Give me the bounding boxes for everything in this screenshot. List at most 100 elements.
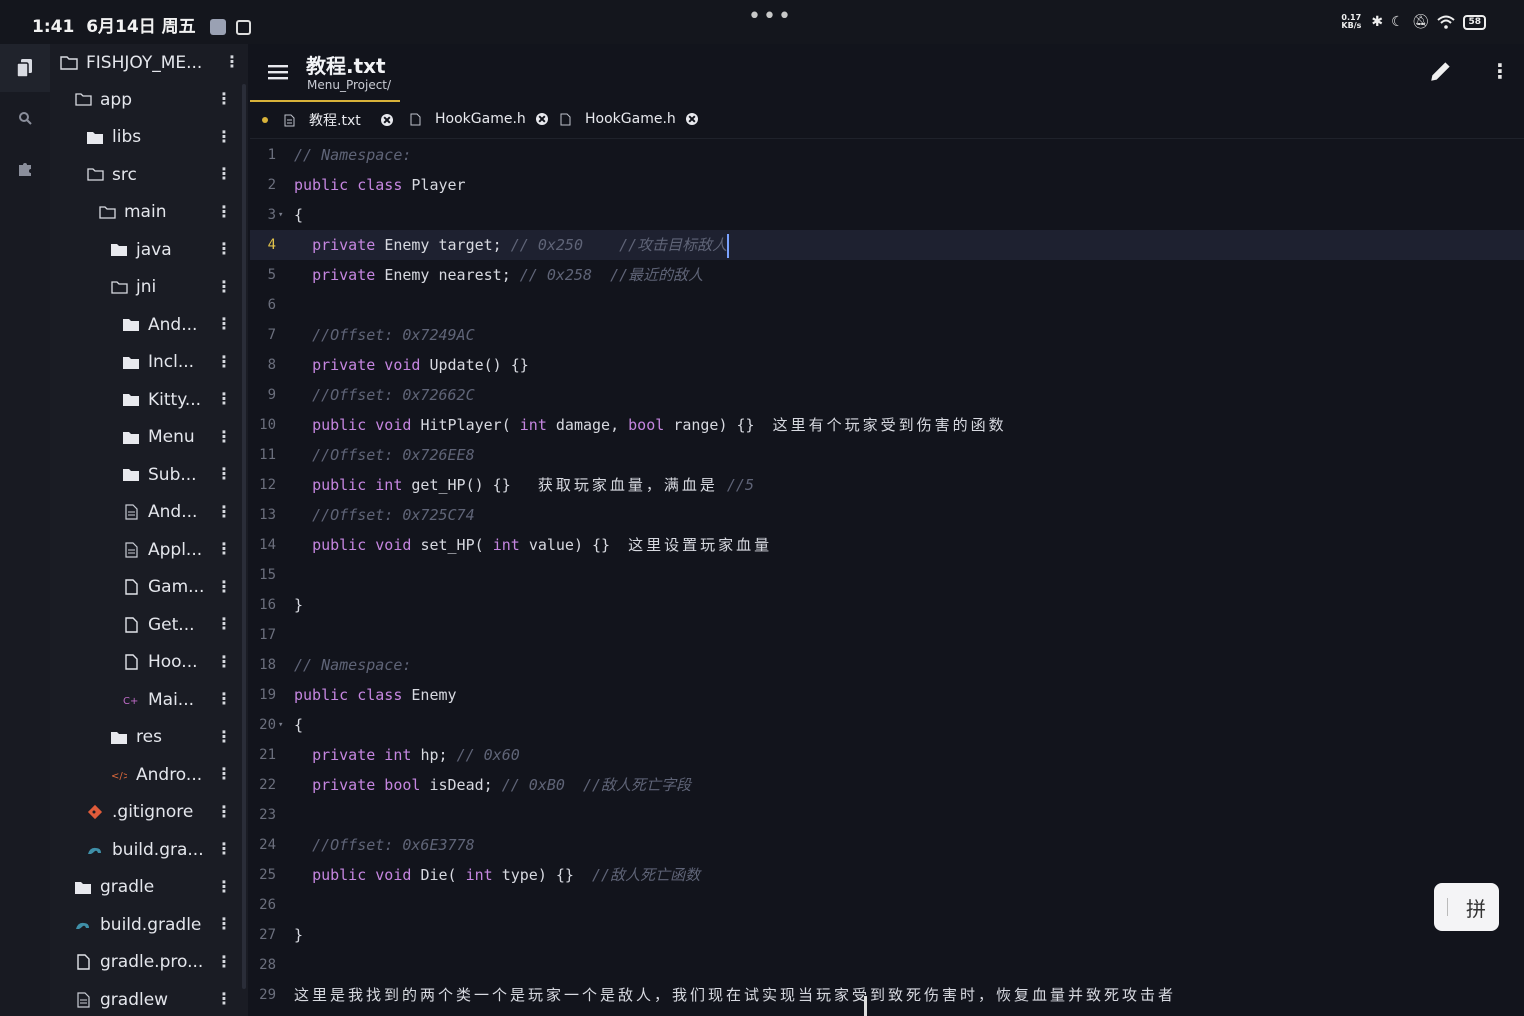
close-icon[interactable]	[535, 113, 548, 125]
tree-item[interactable]: Kitty... ⋮	[50, 381, 240, 418]
more-vert-icon[interactable]: ⋮	[216, 427, 232, 446]
code-line[interactable]: 18 // Namespace:	[250, 650, 1524, 680]
more-vert-icon[interactable]: ⋮	[216, 127, 232, 146]
fold-chevron-icon[interactable]: ▾	[278, 200, 283, 230]
close-icon[interactable]	[685, 113, 698, 125]
code-line[interactable]: 24 //Offset: 0x6E3778	[250, 830, 1524, 860]
more-vert-icon[interactable]: ⋮	[216, 652, 232, 671]
tree-item[interactable]: build.gradle ⋮	[50, 906, 240, 943]
tree-item[interactable]: build.gra... ⋮	[50, 831, 240, 868]
tree-item[interactable]: </> Andro... ⋮	[50, 756, 240, 793]
fold-chevron-icon[interactable]: ▾	[278, 710, 283, 740]
tree-item[interactable]: main ⋮	[50, 194, 240, 231]
code-line[interactable]: 14 public void set_HP( int value) {} 这里设…	[250, 530, 1524, 560]
code-line[interactable]: 6	[250, 290, 1524, 320]
more-vert-icon[interactable]: ⋮	[1490, 60, 1510, 84]
more-vert-icon[interactable]: ⋮	[216, 390, 232, 408]
code-line[interactable]: 8 private void Update() {}	[250, 350, 1524, 380]
extensions-button[interactable]	[0, 144, 50, 192]
more-vert-icon[interactable]: ⋮	[216, 240, 232, 258]
code-line[interactable]: 16}	[250, 590, 1524, 620]
code-line[interactable]: 20 ▾ {	[250, 710, 1524, 740]
tree-item[interactable]: Gam... ⋮	[50, 569, 240, 606]
code-line[interactable]: 28	[250, 950, 1524, 980]
tree-item[interactable]: And... ⋮	[50, 306, 240, 343]
code-line[interactable]: 5 private Enemy nearest; // 0x258 //最近的敌…	[250, 260, 1524, 290]
code-line[interactable]: 9 //Offset: 0x72662C	[250, 380, 1524, 410]
tree-item[interactable]: res ⋮	[50, 719, 240, 756]
more-vert-icon[interactable]: ⋮	[216, 802, 232, 821]
tree-item[interactable]: Menu ⋮	[50, 419, 240, 456]
more-vert-icon[interactable]: ⋮	[216, 202, 232, 221]
code-line[interactable]: 17	[250, 620, 1524, 650]
ime-pinyin-button[interactable]: 拼	[1434, 883, 1499, 931]
more-vert-icon[interactable]: ⋮	[216, 352, 232, 371]
code-line[interactable]: 27}	[250, 920, 1524, 950]
tree-scrollbar[interactable]	[242, 84, 246, 989]
code-line[interactable]: 12 public int get_HP() {} 获取玩家血量，满血是 //5	[250, 470, 1524, 500]
more-vert-icon[interactable]: ⋮	[216, 952, 232, 971]
more-vert-icon[interactable]: ⋮	[216, 577, 232, 596]
code-line[interactable]: 4 private Enemy target; // 0x250 //攻击目标敌…	[250, 230, 1524, 260]
tree-item[interactable]: gradle ⋮	[50, 869, 240, 906]
tab-hookgame-2[interactable]: HookGame.h	[560, 100, 698, 138]
code-line[interactable]: 11 //Offset: 0x726EE8	[250, 440, 1524, 470]
more-vert-icon[interactable]: ⋮	[216, 502, 232, 521]
files-button[interactable]	[0, 44, 50, 92]
code-line[interactable]: 25 public void Die( int type) {} //敌人死亡函…	[250, 860, 1524, 890]
code-line[interactable]: 22 private bool isDead; // 0xB0 //敌人死亡字段	[250, 770, 1524, 800]
more-vert-icon[interactable]: ⋮	[216, 690, 232, 708]
more-vert-icon[interactable]: ⋮	[216, 615, 232, 633]
tree-item[interactable]: jni ⋮	[50, 269, 240, 306]
tree-item[interactable]: Sub... ⋮	[50, 456, 240, 493]
code-line[interactable]: 3 ▾ {	[250, 200, 1524, 230]
more-vert-icon[interactable]: ⋮	[224, 53, 240, 71]
tab-tutorial[interactable]: 教程.txt	[250, 100, 400, 138]
text-selection-handle[interactable]	[864, 996, 867, 1016]
code-line[interactable]: 26	[250, 890, 1524, 920]
tree-item[interactable]: gradlew ⋮	[50, 981, 240, 1016]
more-vert-icon[interactable]: ⋮	[216, 915, 232, 933]
search-button[interactable]	[0, 94, 50, 142]
more-vert-icon[interactable]: ⋮	[216, 990, 232, 1008]
pencil-icon[interactable]	[1428, 58, 1454, 84]
tree-item[interactable]: Appl... ⋮	[50, 531, 240, 568]
more-vert-icon[interactable]: ⋮	[216, 465, 232, 483]
tree-item[interactable]: .gitignore ⋮	[50, 794, 240, 831]
tab-hookgame-1[interactable]: HookGame.h	[410, 100, 548, 138]
more-vert-icon[interactable]: ⋮	[216, 90, 232, 108]
tree-item[interactable]: libs ⋮	[50, 119, 240, 156]
code-line[interactable]: 7 //Offset: 0x7249AC	[250, 320, 1524, 350]
more-vert-icon[interactable]: ⋮	[216, 765, 232, 783]
tree-item[interactable]: java ⋮	[50, 231, 240, 268]
tree-item[interactable]: src ⋮	[50, 156, 240, 193]
code-line[interactable]: 21 private int hp; // 0x60	[250, 740, 1524, 770]
tree-item[interactable]: And... ⋮	[50, 494, 240, 531]
menu-icon[interactable]	[266, 60, 290, 84]
close-icon[interactable]	[380, 114, 393, 126]
tree-item[interactable]: Get... ⋮	[50, 606, 240, 643]
tree-item[interactable]: app ⋮	[50, 81, 240, 118]
code-line[interactable]: 19 public class Enemy	[250, 680, 1524, 710]
code-line[interactable]: 1 // Namespace:	[250, 140, 1524, 170]
code-line[interactable]: 29 这里是我找到的两个类一个是玩家一个是敌人，我们现在试实现当玩家受到致死伤害时…	[250, 980, 1524, 1010]
tree-item[interactable]: gradle.pro... ⋮	[50, 944, 240, 981]
more-vert-icon[interactable]: ⋮	[216, 840, 232, 858]
more-vert-icon[interactable]: ⋮	[216, 165, 232, 183]
more-vert-icon[interactable]: ⋮	[216, 540, 232, 558]
more-vert-icon[interactable]: ⋮	[216, 727, 232, 746]
tree-item[interactable]: Hoo... ⋮	[50, 644, 240, 681]
code-line[interactable]: 10 public void HitPlayer( int damage, bo…	[250, 410, 1524, 440]
code-line[interactable]: 2 public class Player	[250, 170, 1524, 200]
more-vert-icon[interactable]: ⋮	[216, 277, 232, 296]
more-vert-icon[interactable]: ⋮	[216, 315, 232, 333]
code-line[interactable]: 15	[250, 560, 1524, 590]
more-vert-icon[interactable]: ⋮	[216, 877, 232, 896]
tree-root[interactable]: FISHJOY_ME... ⋮	[50, 44, 240, 81]
tree-item[interactable]: C++ Mai... ⋮	[50, 681, 240, 718]
code-line[interactable]: 13 //Offset: 0x725C74	[250, 500, 1524, 530]
code-area[interactable]: 1// Namespace: 2 public class Player 3 ▾{4 p…	[250, 140, 1524, 1016]
code-line[interactable]: 23	[250, 800, 1524, 830]
tree-item[interactable]: Incl... ⋮	[50, 344, 240, 381]
multitask-dots[interactable]: •••	[748, 4, 793, 29]
